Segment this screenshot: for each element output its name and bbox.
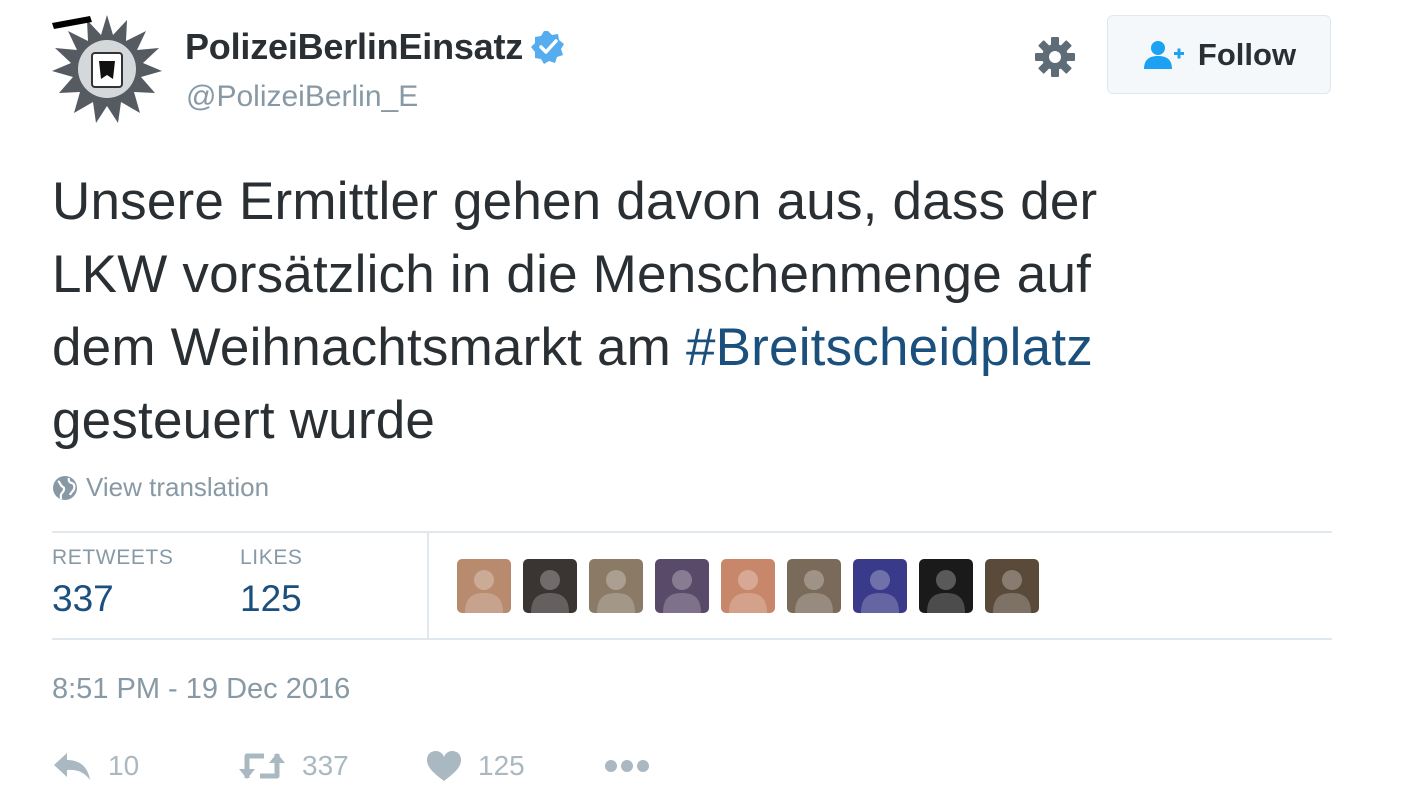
- user-avatar-icon: [465, 570, 503, 613]
- verified-badge-icon: [531, 31, 565, 64]
- likes-count: 125: [240, 578, 302, 619]
- likes-label: LIKES: [240, 546, 303, 569]
- more-button[interactable]: [604, 742, 650, 790]
- author-name-row[interactable]: PolizeiBerlinEinsatz: [185, 26, 565, 68]
- reply-button[interactable]: 10: [52, 742, 139, 790]
- avatar[interactable]: [52, 13, 162, 123]
- follow-button[interactable]: Follow: [1107, 15, 1331, 94]
- tweet-text-line: LKW vorsätzlich in die Menschenmenge auf: [52, 245, 1092, 304]
- globe-icon: [53, 475, 77, 500]
- user-avatar-icon: [597, 570, 635, 613]
- user-avatar-icon: [861, 570, 899, 613]
- more-dots-icon: [605, 760, 649, 772]
- retweet-icon: [239, 753, 285, 779]
- user-avatar-icon: [993, 570, 1031, 613]
- view-translation-link[interactable]: View translation: [52, 472, 269, 503]
- tweet-text-segment: dem Weihnachtsmarkt am: [52, 318, 686, 377]
- liker-avatar[interactable]: [985, 559, 1039, 613]
- liker-avatar[interactable]: [523, 559, 577, 613]
- follow-user-icon: [1143, 40, 1184, 69]
- liker-avatar[interactable]: [853, 559, 907, 613]
- tweet-text-line: dem Weihnachtsmarkt am #Breitscheidplatz: [52, 311, 1342, 384]
- divider: [52, 531, 1332, 533]
- like-button[interactable]: 125: [426, 742, 525, 790]
- user-avatar-icon: [795, 570, 833, 613]
- liker-avatar[interactable]: [655, 559, 709, 613]
- reply-icon: [54, 753, 90, 780]
- liker-avatar[interactable]: [787, 559, 841, 613]
- gear-icon[interactable]: [1033, 35, 1077, 79]
- retweets-label: RETWEETS: [52, 546, 174, 569]
- tweet-text: Unsere Ermittler gehen davon aus, dass d…: [52, 165, 1342, 457]
- tweet-timestamp[interactable]: 8:51 PM - 19 Dec 2016: [52, 673, 350, 706]
- heart-icon: [427, 751, 461, 781]
- retweet-count: 337: [302, 750, 349, 781]
- liker-avatar[interactable]: [721, 559, 775, 613]
- divider: [52, 638, 1332, 640]
- user-avatar-icon: [531, 570, 569, 613]
- retweet-button[interactable]: 337: [238, 742, 349, 790]
- liker-avatar[interactable]: [457, 559, 511, 613]
- user-handle[interactable]: @PolizeiBerlin_E: [186, 80, 418, 114]
- divider: [427, 533, 429, 638]
- hashtag-link[interactable]: #Breitscheidplatz: [686, 318, 1093, 377]
- liker-avatar[interactable]: [919, 559, 973, 613]
- display-name[interactable]: PolizeiBerlinEinsatz: [185, 26, 523, 68]
- user-avatar-icon: [927, 570, 965, 613]
- likes-stat[interactable]: LIKES 125: [240, 546, 303, 620]
- liker-avatar[interactable]: [589, 559, 643, 613]
- police-star-badge-icon: [52, 15, 162, 123]
- retweets-stat[interactable]: RETWEETS 337: [52, 546, 173, 620]
- view-translation-label: View translation: [86, 472, 270, 502]
- like-count: 125: [478, 750, 525, 781]
- follow-label: Follow: [1197, 36, 1297, 72]
- tweet-text-line: gesteuert wurde: [52, 391, 436, 450]
- user-avatar-icon: [729, 570, 767, 613]
- tweet-text-line: Unsere Ermittler gehen davon aus, dass d…: [52, 172, 1098, 231]
- reply-count: 10: [108, 750, 140, 781]
- retweets-count: 337: [52, 578, 114, 619]
- user-avatar-icon: [663, 570, 701, 613]
- likers-avatar-list: [457, 559, 1051, 613]
